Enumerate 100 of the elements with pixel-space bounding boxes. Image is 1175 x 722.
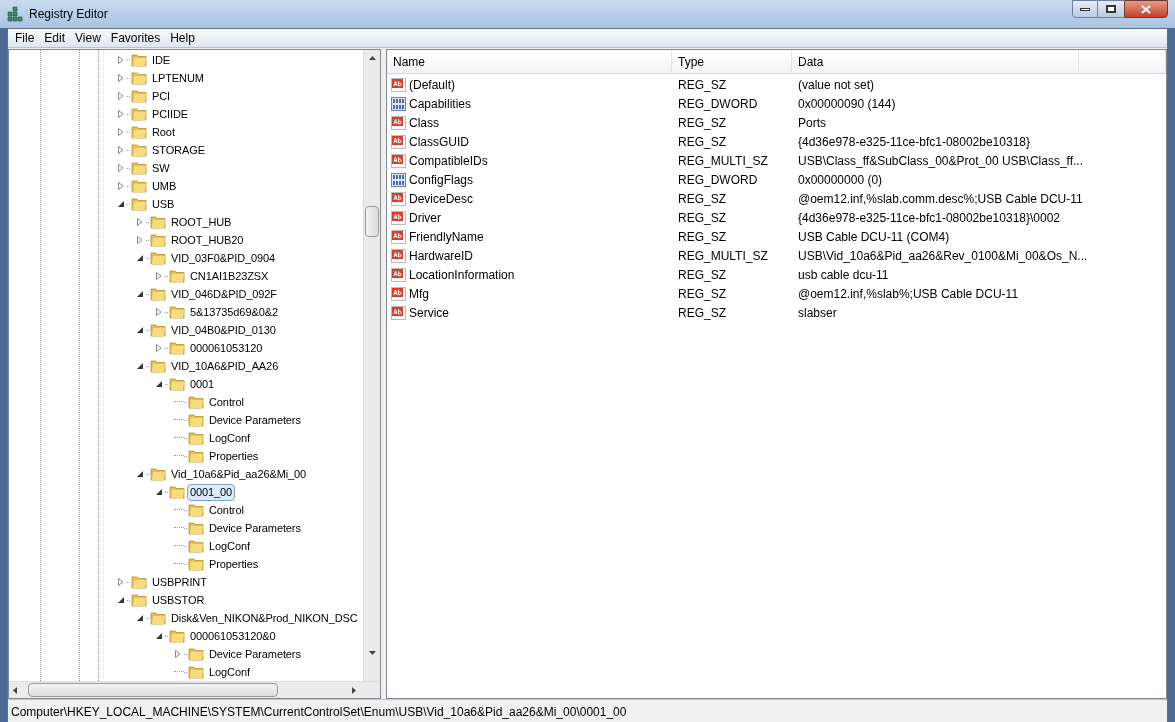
tree-node[interactable]: VID_03F0&PID_0904 xyxy=(168,249,279,267)
collapse-arrow-icon[interactable] xyxy=(117,200,125,208)
collapse-arrow-icon[interactable] xyxy=(155,632,163,640)
value-name[interactable]: LocationInformation xyxy=(409,265,515,284)
tree-node[interactable]: 000061053120 xyxy=(187,339,266,357)
tree-node[interactable]: Control xyxy=(206,393,247,411)
menu-item[interactable]: File xyxy=(10,29,40,47)
expand-arrow-icon[interactable] xyxy=(136,218,144,226)
minimize-button[interactable] xyxy=(1072,0,1098,18)
expand-arrow-icon[interactable] xyxy=(174,650,182,658)
tree-node[interactable]: USBSTOR xyxy=(149,591,208,609)
menu-item[interactable]: Favorites xyxy=(105,29,166,47)
collapse-arrow-icon[interactable] xyxy=(155,488,163,496)
tree-node[interactable]: USB xyxy=(149,195,178,213)
tree-node[interactable]: Device Parameters xyxy=(206,519,304,537)
expand-arrow-icon[interactable] xyxy=(117,146,125,154)
tree-node[interactable]: Disk&Ven_NIKON&Prod_NIKON_DSC xyxy=(168,609,361,627)
tree-node[interactable]: Properties xyxy=(206,555,262,573)
tree-node[interactable]: Control xyxy=(206,501,247,519)
tree-node[interactable]: PCI xyxy=(149,87,174,105)
value-name[interactable]: FriendlyName xyxy=(409,227,484,246)
value-name[interactable]: Service xyxy=(409,303,449,322)
menu-item[interactable]: Edit xyxy=(39,29,71,47)
tree-node[interactable]: SW xyxy=(149,159,173,177)
expand-arrow-icon[interactable] xyxy=(155,308,163,316)
expand-arrow-icon[interactable] xyxy=(117,56,125,64)
value-name[interactable]: (Default) xyxy=(409,75,455,94)
vertical-scrollbar[interactable] xyxy=(363,50,380,681)
value-data: slabser xyxy=(797,304,837,322)
tree-node[interactable]: 5&13735d69&0&2 xyxy=(187,303,281,321)
scrollbar-thumb[interactable] xyxy=(365,206,379,237)
scroll-left-arrow-icon[interactable] xyxy=(13,686,17,694)
folder-icon xyxy=(131,70,147,86)
collapse-arrow-icon[interactable] xyxy=(117,596,125,604)
expand-arrow-icon[interactable] xyxy=(136,236,144,244)
value-name[interactable]: Class xyxy=(409,113,439,132)
value-name[interactable]: ClassGUID xyxy=(409,132,469,151)
expand-arrow-icon[interactable] xyxy=(117,182,125,190)
column-header[interactable]: Data xyxy=(792,50,1079,73)
tree-node[interactable]: Root xyxy=(149,123,178,141)
scroll-down-arrow-icon[interactable] xyxy=(368,651,376,655)
value-name[interactable]: ConfigFlags xyxy=(409,170,474,189)
tree-node[interactable]: LogConf xyxy=(206,537,253,555)
tree-node[interactable]: VID_10A6&PID_AA26 xyxy=(168,357,282,375)
expand-arrow-icon[interactable] xyxy=(117,110,125,118)
collapse-arrow-icon[interactable] xyxy=(136,254,144,262)
expand-arrow-icon[interactable] xyxy=(117,128,125,136)
tree-node[interactable]: UMB xyxy=(149,177,180,195)
expand-arrow-icon[interactable] xyxy=(117,74,125,82)
status-bar: Computer\HKEY_LOCAL_MACHINE\SYSTEM\CurrentControlSet\Enum\USB\Vid_10a6&Pid_aa26&Mi_00\0001_00 xyxy=(8,699,1167,722)
tree-node[interactable]: IDE xyxy=(149,51,174,69)
value-name[interactable]: HardwareID xyxy=(409,246,474,265)
tree-node[interactable]: USBPRINT xyxy=(149,573,210,591)
value-data: USB\Class_ff&SubClass_00&Prot_00 USB\Class_ff... xyxy=(797,152,1084,170)
menu-item[interactable]: Help xyxy=(165,29,200,47)
tree-node[interactable]: Device Parameters xyxy=(206,645,304,663)
expand-arrow-icon[interactable] xyxy=(117,578,125,586)
tree-node[interactable]: VID_046D&PID_092F xyxy=(168,285,280,303)
menu-item[interactable]: View xyxy=(70,29,106,47)
tree-node[interactable]: Device Parameters xyxy=(206,411,304,429)
folder-icon xyxy=(131,52,147,68)
tree-node[interactable]: STORAGE xyxy=(149,141,208,159)
tree-node[interactable]: VID_04B0&PID_0130 xyxy=(168,321,279,339)
collapse-arrow-icon[interactable] xyxy=(136,470,144,478)
value-name[interactable]: Driver xyxy=(409,208,441,227)
value-name[interactable]: CompatibleIDs xyxy=(409,151,488,170)
scroll-up-arrow-icon[interactable] xyxy=(368,56,376,60)
tree-node[interactable]: CN1AI1B23ZSX xyxy=(187,267,272,285)
horizontal-scrollbar[interactable] xyxy=(9,681,380,698)
collapse-arrow-icon[interactable] xyxy=(136,362,144,370)
tree-node[interactable]: PCIIDE xyxy=(149,105,192,123)
tree-node[interactable]: 000061053120&0 xyxy=(187,627,279,645)
value-name[interactable]: Capabilities xyxy=(409,94,472,113)
tree-node[interactable]: 0001_00 xyxy=(187,483,236,501)
expand-arrow-icon[interactable] xyxy=(117,92,125,100)
close-button[interactable] xyxy=(1124,0,1168,18)
tree-node[interactable]: LPTENUM xyxy=(149,69,207,87)
collapse-arrow-icon[interactable] xyxy=(136,614,144,622)
tree-node[interactable]: Vid_10a6&Pid_aa26&Mi_00 xyxy=(168,465,310,483)
collapse-arrow-icon[interactable] xyxy=(136,290,144,298)
value-name[interactable]: Mfg xyxy=(409,284,429,303)
tree-node[interactable]: Properties xyxy=(206,447,262,465)
tree-node[interactable]: LogConf xyxy=(206,663,253,681)
scroll-right-arrow-icon[interactable] xyxy=(352,686,356,694)
tree-node[interactable]: ROOT_HUB xyxy=(168,213,235,231)
expand-arrow-icon[interactable] xyxy=(155,344,163,352)
maximize-button[interactable] xyxy=(1098,0,1124,18)
collapse-arrow-icon[interactable] xyxy=(136,326,144,334)
column-header[interactable]: Name xyxy=(387,50,672,73)
folder-icon xyxy=(188,502,204,518)
tree-node[interactable]: LogConf xyxy=(206,429,253,447)
expand-arrow-icon[interactable] xyxy=(155,272,163,280)
column-header[interactable]: Type xyxy=(672,50,792,73)
tree-node[interactable]: ROOT_HUB20 xyxy=(168,231,247,249)
tree-node[interactable]: 0001 xyxy=(187,375,218,393)
value-type: REG_MULTI_SZ xyxy=(677,247,769,265)
collapse-arrow-icon[interactable] xyxy=(155,380,163,388)
expand-arrow-icon[interactable] xyxy=(117,164,125,172)
value-name[interactable]: DeviceDesc xyxy=(409,189,474,208)
scrollbar-thumb[interactable] xyxy=(28,683,278,697)
